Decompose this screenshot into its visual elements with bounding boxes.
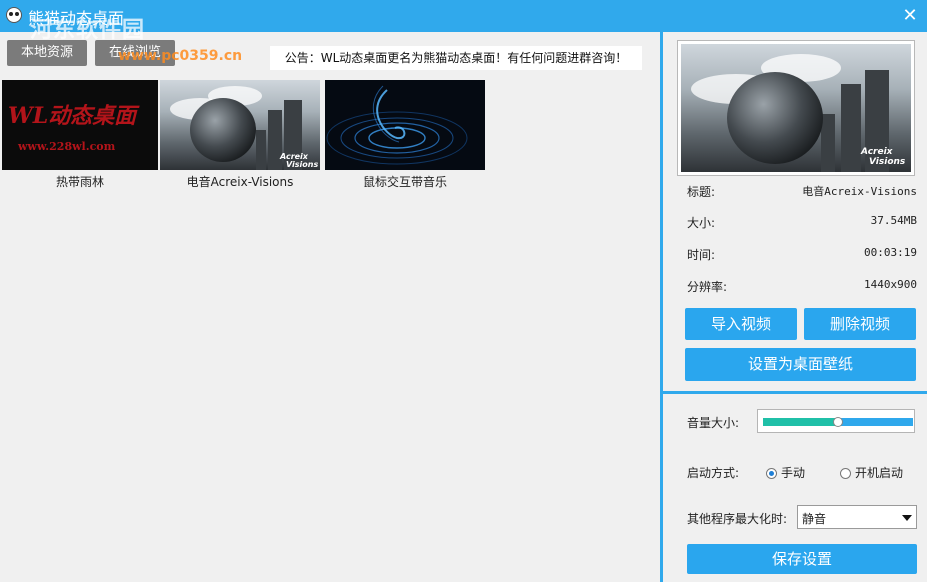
panel-divider-vertical xyxy=(660,32,663,582)
preview-brand-line2: Visions xyxy=(869,157,906,167)
info-resolution-label: 分辨率: xyxy=(687,280,728,294)
info-title-value: 电音Acreix-Visions xyxy=(802,185,917,198)
preview-brand-line1: Acreix xyxy=(861,147,893,157)
video-item-acreix[interactable]: Acreix Visions 电音Acreix-Visions xyxy=(160,80,320,190)
startup-boot-label: 开机启动 xyxy=(855,466,904,480)
info-title-row: 标题: 电音Acreix-Visions xyxy=(687,183,917,199)
delete-video-button[interactable]: 删除视频 xyxy=(804,308,916,340)
dropdown-arrow-icon xyxy=(902,515,912,521)
preview-image: Acreix Visions xyxy=(681,44,911,172)
info-resolution-row: 分辨率: 1440x900 xyxy=(687,278,917,294)
panda-app-icon xyxy=(6,7,22,23)
maximize-label: 其他程序最大化时: xyxy=(687,512,788,526)
startup-manual-radio[interactable]: 手动 xyxy=(766,464,805,481)
video-thumbnail: WL动态桌面 www.228wl.com xyxy=(2,80,158,170)
startup-label: 启动方式: xyxy=(687,466,740,480)
video-item-mouse-interactive[interactable]: 鼠标交互带音乐 xyxy=(325,80,485,190)
startup-manual-label: 手动 xyxy=(781,466,806,480)
tab-online-browse[interactable]: 在线浏览 xyxy=(95,40,175,66)
info-size-value: 37.54MB xyxy=(870,214,917,227)
thumbnail-logo-text: WL动态桌面 xyxy=(8,103,137,129)
volume-handle[interactable] xyxy=(833,417,843,427)
video-thumbnail: Acreix Visions xyxy=(160,80,320,170)
tab-local-resources[interactable]: 本地资源 xyxy=(7,40,87,66)
volume-slider[interactable] xyxy=(757,409,915,433)
save-settings-button[interactable]: 保存设置 xyxy=(687,544,917,574)
video-thumbnail xyxy=(325,80,485,170)
video-caption: 热带雨林 xyxy=(55,175,104,189)
maximize-action-dropdown[interactable]: 静音 xyxy=(797,505,917,529)
startup-boot-radio[interactable]: 开机启动 xyxy=(840,464,903,481)
import-video-button[interactable]: 导入视频 xyxy=(685,308,797,340)
info-time-value: 00:03:19 xyxy=(864,246,917,259)
video-item-rainforest[interactable]: WL动态桌面 www.228wl.com 热带雨林 xyxy=(2,80,158,190)
notice-banner: 公告：WL动态桌面更名为熊猫动态桌面！有任何问题进群咨询！ xyxy=(270,46,642,70)
close-icon[interactable]: ✕ xyxy=(899,5,921,27)
radio-dot xyxy=(840,468,851,479)
title-bar: 熊猫动态桌面 ✕ xyxy=(0,0,927,32)
volume-fill xyxy=(763,418,838,426)
thumbnail-url-text: www.228wl.com xyxy=(18,140,116,153)
volume-label: 音量大小: xyxy=(687,416,740,430)
panel-divider-horizontal xyxy=(663,391,927,394)
thumbnail-brand-line2: Visions xyxy=(286,160,319,169)
window-title: 熊猫动态桌面 xyxy=(28,9,125,28)
video-preview: Acreix Visions xyxy=(677,40,915,176)
radio-dot xyxy=(766,468,777,479)
maximize-action-value: 静音 xyxy=(802,512,827,526)
set-wallpaper-button[interactable]: 设置为桌面壁纸 xyxy=(685,348,916,381)
info-time-label: 时间: xyxy=(687,248,716,262)
video-caption: 电音Acreix-Visions xyxy=(186,175,294,189)
info-size-row: 大小: 37.54MB xyxy=(687,214,917,230)
volume-track[interactable] xyxy=(763,417,913,427)
info-size-label: 大小: xyxy=(687,216,716,230)
video-caption: 鼠标交互带音乐 xyxy=(362,175,447,189)
info-title-label: 标题: xyxy=(687,185,716,199)
swirl-graphic xyxy=(326,85,468,165)
info-time-row: 时间: 00:03:19 xyxy=(687,246,917,262)
info-resolution-value: 1440x900 xyxy=(864,278,917,291)
